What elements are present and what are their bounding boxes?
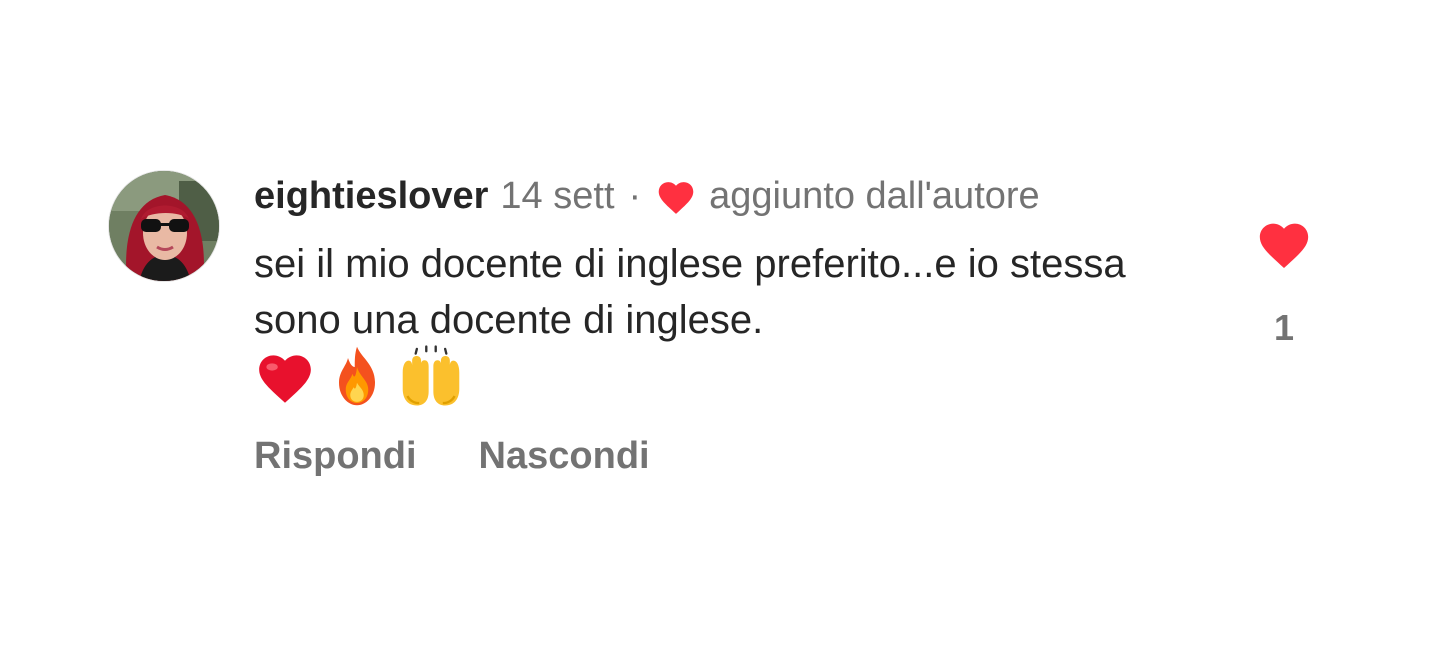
like-column: 1: [1252, 216, 1316, 350]
raising-hands-emoji: [402, 345, 460, 406]
like-count[interactable]: 1: [1274, 306, 1294, 350]
avatar[interactable]: [108, 170, 220, 282]
comment-item: eightieslover 14 sett · aggiunto dall'au…: [0, 0, 1448, 652]
author-liked-heart-icon: [658, 182, 694, 214]
author-liked-label: aggiunto dall'autore: [709, 175, 1040, 217]
comment-text: sei il mio docente di inglese preferito.…: [254, 242, 1126, 342]
red-heart-emoji: [259, 355, 311, 403]
fire-emoji: [339, 346, 375, 406]
emoji-row: [254, 344, 464, 408]
username[interactable]: eightieslover: [254, 172, 488, 220]
like-heart-icon[interactable]: [1255, 216, 1313, 270]
comment-actions: Rispondi Nascondi: [254, 432, 650, 480]
hide-button[interactable]: Nascondi: [479, 432, 650, 480]
timestamp: 14 sett: [500, 175, 615, 217]
reply-button[interactable]: Rispondi: [254, 432, 417, 480]
separator-dot: ·: [628, 175, 642, 217]
comment-header: eightieslover 14 sett · aggiunto dall'au…: [254, 172, 1040, 220]
